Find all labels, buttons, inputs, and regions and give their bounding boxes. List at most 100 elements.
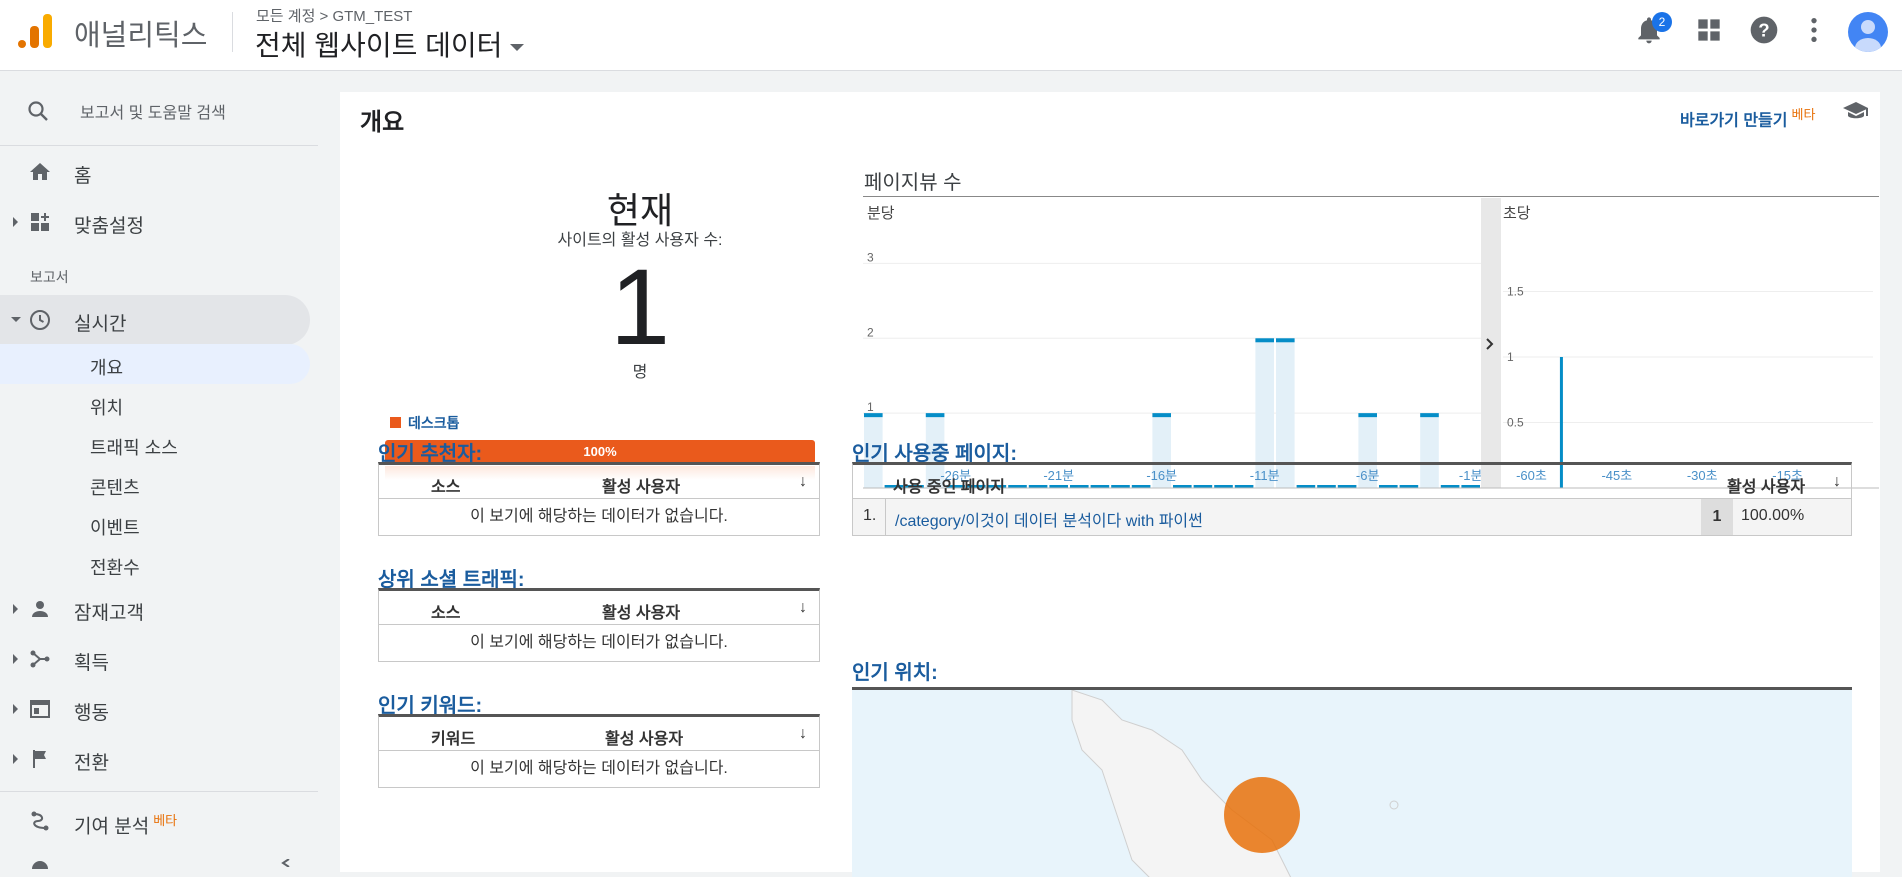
person-icon [32, 601, 48, 617]
sidebar-subitem-label: 개요 [90, 358, 124, 378]
top-pages-table: 사용 중인 페이지 활성 사용자 ↓ 1. /category/이것이 데이터 … [852, 462, 1852, 536]
account-breadcrumb[interactable]: 모든 계정 > GTM_TEST [256, 5, 412, 26]
search-icon [28, 101, 48, 121]
island-marker [1389, 800, 1399, 810]
shortcut-label: 바로가기 만들기 [1680, 112, 1788, 130]
sidebar-subitem-traffic-sources[interactable]: 트래픽 소스 [0, 424, 310, 464]
brand-name: 애널리틱스 [74, 20, 208, 52]
top-social-table: 소스 활성 사용자 ↓ 이 보기에 해당하는 데이터가 없습니다. [378, 588, 820, 662]
minute-gridlines [863, 262, 1481, 414]
home-icon [30, 163, 50, 180]
y-tick-label: 1.5 [1507, 285, 1524, 299]
expand-arrow-icon [13, 217, 18, 227]
view-selector[interactable]: 전체 웹사이트 데이터 [255, 24, 525, 64]
col-active-users[interactable]: 활성 사용자 [602, 599, 680, 623]
pageviews-chart-title: 페이지뷰 수 [864, 172, 962, 194]
clock-icon [30, 310, 50, 330]
location-bubble[interactable] [1224, 777, 1300, 853]
graduation-cap-icon[interactable] [1842, 100, 1870, 122]
cell-divider [885, 499, 886, 535]
minute-y-ticks: 1 2 3 [867, 250, 874, 414]
settings-icon[interactable] [28, 857, 52, 869]
top-keywords-table: 키워드 활성 사용자 ↓ 이 보기에 해당하는 데이터가 없습니다. [378, 714, 820, 788]
col-active-users[interactable]: 활성 사용자 [602, 473, 680, 497]
sidebar-search[interactable]: 보고서 및 도움말 검색 [0, 71, 318, 146]
page-title: 개요 [360, 109, 405, 136]
sidebar-item-label: 맞춤설정 [74, 216, 144, 237]
sidebar-item-label: 기여 분석 베타 [74, 810, 177, 838]
desktop-legend-label: 데스크톱 [408, 415, 460, 431]
bar [925, 413, 945, 418]
sidebar-item-label: 홈 [74, 166, 92, 187]
table-header-row: 소스 활성 사용자 ↓ [379, 591, 819, 625]
dashboard-add-icon [31, 213, 49, 231]
col-active-users[interactable]: 활성 사용자 [1727, 473, 1805, 497]
page-link[interactable]: /category/이것이 데이터 분석이다 with 파이썬 [895, 507, 1203, 531]
sidebar-subitem-content[interactable]: 콘텐츠 [0, 464, 310, 504]
avatar[interactable] [1848, 12, 1888, 52]
sort-down-icon[interactable]: ↓ [799, 725, 807, 743]
sidebar-item-attribution[interactable]: 기여 분석 베타 [0, 792, 310, 842]
sidebar-item-conversions[interactable]: 전환 [0, 734, 310, 784]
sidebar-subitem-label: 이벤트 [90, 518, 140, 538]
desktop-legend-swatch [390, 417, 401, 428]
active-users-unit: 명 [632, 364, 648, 381]
col-source[interactable]: 소스 [431, 473, 460, 497]
collapse-arrow-icon [11, 317, 21, 322]
sort-down-icon[interactable]: ↓ [799, 599, 807, 617]
second-gridlines [1503, 291, 1873, 423]
sidebar-subitem-locations[interactable]: 위치 [0, 384, 310, 424]
row-percent: 100.00% [1741, 507, 1805, 524]
bar [1358, 413, 1377, 418]
bar [1420, 413, 1439, 418]
more-vert-icon[interactable] [1798, 14, 1830, 46]
table-header-row: 사용 중인 페이지 활성 사용자 ↓ [853, 465, 1851, 499]
y-tick-label: 2 [867, 325, 874, 339]
sidebar-item-behavior[interactable]: 행동 [0, 684, 310, 734]
per-minute-label: 분당 [867, 205, 895, 222]
y-tick-label: 1 [867, 400, 874, 414]
col-keyword[interactable]: 키워드 [431, 725, 475, 749]
map-shapes [1071, 690, 1399, 877]
y-tick-label: 0.5 [1507, 416, 1524, 430]
view-title: 전체 웹사이트 데이터 [255, 30, 503, 61]
apps-icon[interactable] [1693, 14, 1725, 46]
expand-arrow-icon [13, 754, 18, 764]
row-count: 1 [1701, 499, 1733, 535]
sidebar: 보고서 및 도움말 검색 홈 맞춤설정 보고서 실시간 개요 위치 트래픽 소스… [0, 71, 318, 869]
sidebar-item-label: 획득 [74, 653, 109, 674]
col-page[interactable]: 사용 중인 페이지 [893, 473, 1005, 497]
web-page-icon [30, 700, 50, 718]
help-icon[interactable]: ? [1748, 14, 1780, 46]
sidebar-item-realtime[interactable]: 실시간 [0, 295, 310, 345]
bar [1255, 338, 1274, 343]
sidebar-subitem-events[interactable]: 이벤트 [0, 504, 310, 544]
locations-map[interactable] [852, 687, 1852, 877]
notification-badge: 2 [1652, 12, 1672, 32]
top-referrals-table: 소스 활성 사용자 ↓ 이 보기에 해당하는 데이터가 없습니다. [378, 462, 820, 536]
row-rank: 1. [863, 507, 877, 524]
col-source[interactable]: 소스 [431, 599, 460, 623]
bar [1152, 413, 1171, 418]
analytics-logo-icon[interactable] [18, 12, 52, 50]
sidebar-subitem-label: 콘텐츠 [90, 478, 140, 498]
main-panel: 개요 바로가기 만들기 베타 현재 사이트의 활성 사용자 수: 1 명 데스크톱… [340, 92, 1880, 877]
sidebar-item-audience[interactable]: 잠재고객 [0, 584, 310, 634]
chevron-down-icon [510, 44, 525, 52]
sidebar-subitem-overview[interactable]: 개요 [0, 344, 310, 384]
sidebar-item-acquisition[interactable]: 획득 [0, 634, 310, 684]
top-bar: 애널리틱스 모든 계정 > GTM_TEST 전체 웹사이트 데이터 2 ? [0, 0, 1902, 71]
sort-down-icon[interactable]: ↓ [799, 473, 807, 491]
empty-message: 이 보기에 해당하는 데이터가 없습니다. [470, 760, 728, 777]
bar [1276, 338, 1295, 343]
sort-down-icon[interactable]: ↓ [1833, 473, 1841, 491]
create-shortcut-link[interactable]: 바로가기 만들기 베타 [1680, 104, 1815, 130]
attribution-label: 기여 분석 [74, 816, 150, 838]
col-active-users[interactable]: 활성 사용자 [605, 725, 683, 749]
attribution-icon [31, 811, 49, 831]
table-header-row: 소스 활성 사용자 ↓ [379, 465, 819, 499]
flag-icon [33, 750, 46, 768]
sidebar-item-customization[interactable]: 맞춤설정 [0, 197, 310, 247]
sidebar-item-home[interactable]: 홈 [0, 147, 310, 197]
sidebar-subitem-conversions[interactable]: 전환수 [0, 544, 310, 584]
